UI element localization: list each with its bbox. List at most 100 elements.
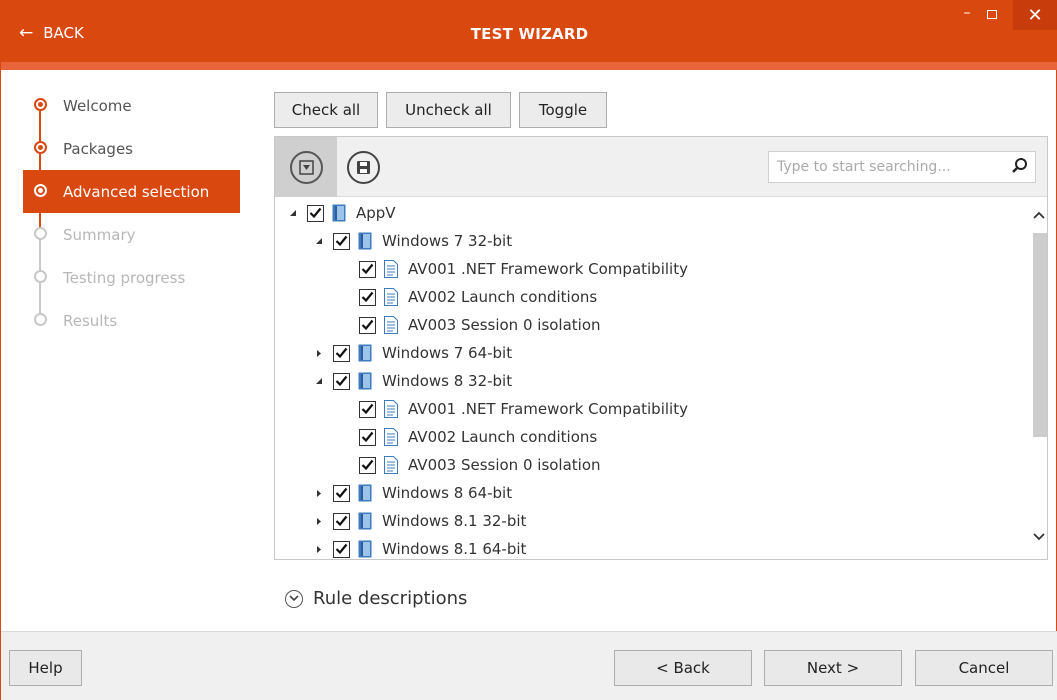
close-button[interactable]: ✕	[1013, 0, 1057, 30]
step-summary: Summary	[23, 213, 240, 256]
tree-checkbox[interactable]	[333, 512, 350, 530]
step-label: Summary	[63, 225, 136, 244]
search-icon[interactable]	[1011, 157, 1029, 179]
scrollbar-thumb[interactable]	[1033, 233, 1047, 437]
tree-row[interactable]: AV002 Launch conditions	[337, 423, 597, 451]
package-icon	[358, 512, 372, 530]
document-icon	[384, 288, 398, 306]
tree-row[interactable]: Windows 7 32-bit	[311, 227, 512, 255]
expanded-arrow-icon[interactable]	[285, 205, 301, 221]
step-label: Advanced selection	[63, 182, 210, 201]
tree-label: Windows 8 32-bit	[382, 372, 513, 390]
step-dot-icon	[34, 313, 47, 326]
tree-row[interactable]: Windows 8 32-bit	[311, 367, 512, 395]
tree-row[interactable]: Windows 8.1 64-bit	[311, 535, 526, 559]
tree-checkbox[interactable]	[359, 260, 376, 278]
tree-checkbox[interactable]	[359, 400, 376, 418]
tree-row[interactable]: AV001 .NET Framework Compatibility	[337, 395, 688, 423]
tree-label: Windows 7 32-bit	[382, 232, 513, 250]
expanded-arrow-icon[interactable]	[311, 233, 327, 249]
window-title: TEST WIZARD	[470, 25, 589, 43]
maximize-button[interactable]	[981, 0, 1003, 34]
scroll-down-icon[interactable]	[1031, 525, 1047, 549]
tree-label: AV003 Session 0 isolation	[408, 456, 601, 474]
step-welcome[interactable]: Welcome	[23, 84, 240, 127]
step-dot-icon	[34, 98, 47, 111]
tree-checkbox[interactable]	[333, 484, 350, 502]
footer: Help < Back Next > Cancel	[1, 631, 1057, 700]
document-icon	[384, 400, 398, 418]
rule-descriptions-toggle[interactable]: Rule descriptions	[285, 588, 467, 609]
document-icon	[384, 260, 398, 278]
step-packages[interactable]: Packages	[23, 127, 240, 170]
test-tree: AppV Windows 7 32-bit AV001 .NET Framework…	[275, 199, 1030, 559]
wizard-window: ← BACK TEST WIZARD – ✕ Welcome Packages …	[0, 0, 1057, 700]
tree-row[interactable]: AppV	[285, 199, 396, 227]
chevron-down-icon	[285, 589, 303, 608]
step-dot-icon	[34, 227, 47, 240]
tree-row[interactable]: Windows 8.1 32-bit	[311, 507, 526, 535]
package-icon	[332, 204, 346, 222]
collapsed-arrow-icon[interactable]	[311, 345, 327, 361]
tree-checkbox[interactable]	[333, 232, 350, 250]
next-button[interactable]: Next >	[764, 650, 902, 686]
toggle-button[interactable]: Toggle	[519, 92, 607, 128]
step-dot-icon	[34, 184, 47, 197]
save-button[interactable]	[337, 137, 389, 197]
tree-checkbox[interactable]	[333, 372, 350, 390]
tree-checkbox[interactable]	[359, 456, 376, 474]
tree-row[interactable]: AV001 .NET Framework Compatibility	[337, 255, 688, 283]
tree-label: Windows 8 64-bit	[382, 484, 513, 502]
tree-row[interactable]: Windows 7 64-bit	[311, 339, 512, 367]
tree-checkbox[interactable]	[333, 540, 350, 558]
tree-row[interactable]: AV003 Session 0 isolation	[337, 451, 601, 479]
rule-descriptions-label: Rule descriptions	[313, 588, 468, 609]
tree-checkbox[interactable]	[307, 204, 324, 222]
tree-label: AV002 Launch conditions	[408, 288, 598, 306]
collapsed-arrow-icon[interactable]	[311, 541, 327, 557]
tree-row[interactable]: Windows 8 64-bit	[311, 479, 512, 507]
maximize-icon	[987, 9, 997, 19]
tree-label: AV001 .NET Framework Compatibility	[408, 400, 688, 418]
minimize-button[interactable]: –	[956, 0, 978, 30]
expanded-arrow-icon[interactable]	[311, 373, 327, 389]
title-bar: ← BACK TEST WIZARD – ✕	[1, 0, 1057, 70]
help-button[interactable]: Help	[9, 650, 82, 686]
search-input[interactable]	[777, 159, 1007, 175]
step-results: Results	[23, 299, 240, 342]
step-label: Packages	[63, 139, 133, 158]
tree-scrollbar[interactable]	[1031, 199, 1047, 559]
document-icon	[384, 456, 398, 474]
collapsed-arrow-icon[interactable]	[311, 513, 327, 529]
scroll-up-icon[interactable]	[1031, 203, 1047, 227]
step-advanced-selection[interactable]: Advanced selection	[23, 170, 240, 213]
collapsed-arrow-icon[interactable]	[311, 485, 327, 501]
tree-label: Windows 8.1 32-bit	[382, 512, 527, 530]
tree-row[interactable]: AV002 Launch conditions	[337, 283, 597, 311]
step-label: Testing progress	[63, 268, 186, 287]
tree-checkbox[interactable]	[359, 288, 376, 306]
package-icon	[358, 372, 372, 390]
tree-label: AV001 .NET Framework Compatibility	[408, 260, 688, 278]
filter-button[interactable]	[275, 137, 337, 197]
document-icon	[384, 428, 398, 446]
tree-row[interactable]: AV003 Session 0 isolation	[337, 311, 601, 339]
package-icon	[358, 540, 372, 558]
tree-checkbox[interactable]	[359, 428, 376, 446]
package-icon	[358, 484, 372, 502]
back-button[interactable]: < Back	[614, 650, 752, 686]
step-dot-icon	[34, 141, 47, 154]
uncheck-all-button[interactable]: Uncheck all	[386, 92, 511, 128]
tree-toolbar	[275, 137, 1047, 197]
tree-label: Windows 8.1 64-bit	[382, 540, 527, 558]
check-all-button[interactable]: Check all	[274, 92, 378, 128]
cancel-button[interactable]: Cancel	[915, 650, 1053, 686]
tree-checkbox[interactable]	[333, 344, 350, 362]
document-icon	[384, 316, 398, 334]
tree-checkbox[interactable]	[359, 316, 376, 334]
